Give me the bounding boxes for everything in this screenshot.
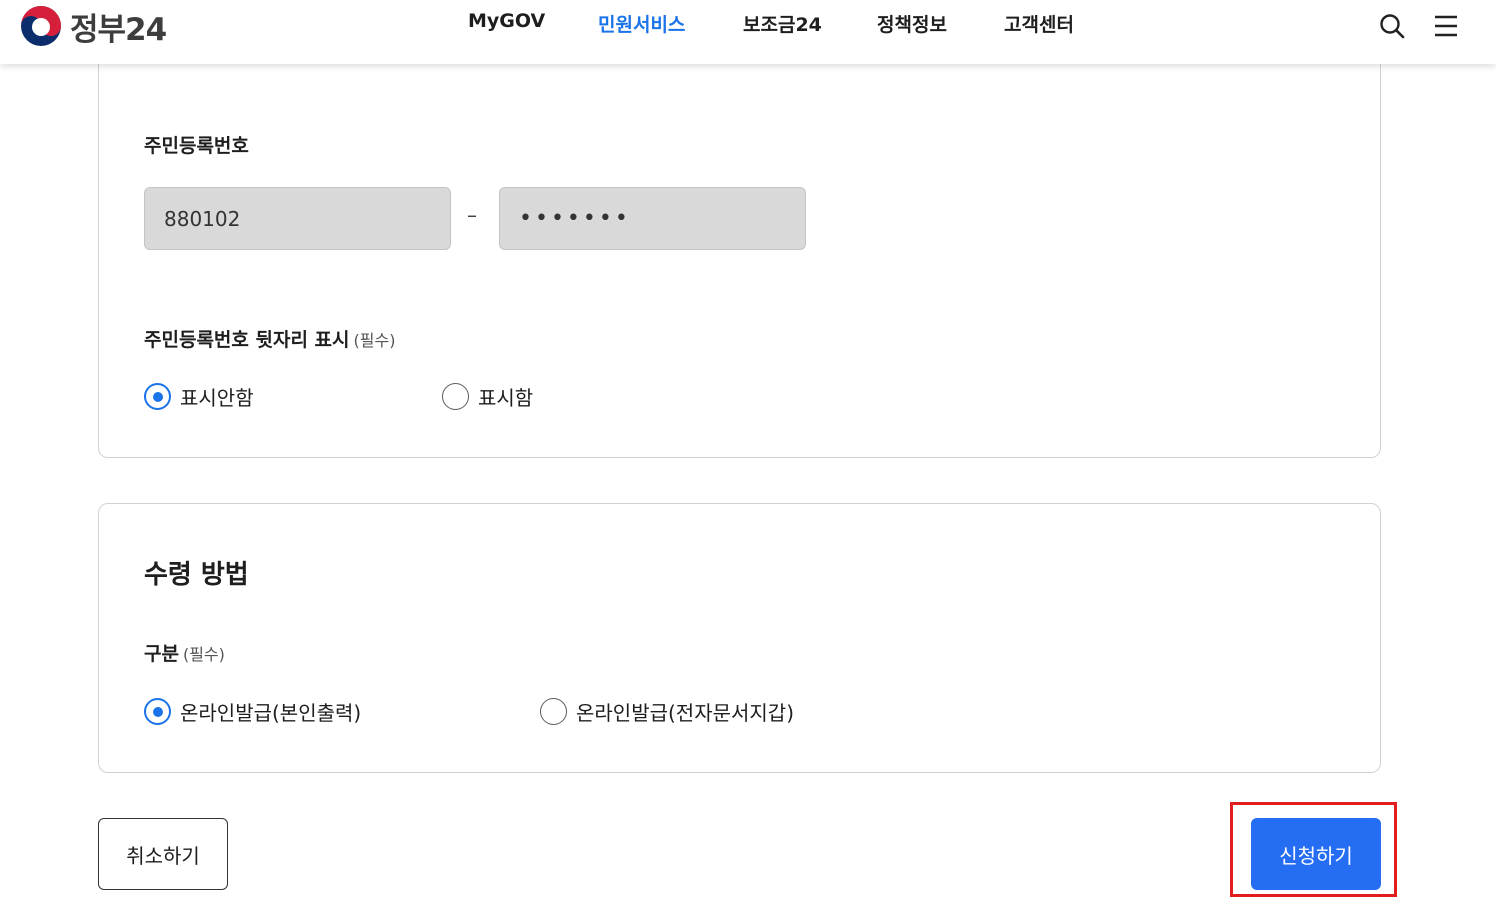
nav-customer-center[interactable]: 고객센터 (1004, 10, 1074, 37)
type-label-text: 구분 (144, 643, 179, 665)
radio-unchecked-icon (442, 383, 469, 410)
radio-label: 온라인발급(전자문서지갑) (576, 701, 795, 725)
nav-mygov[interactable]: MyGOV (468, 10, 545, 32)
gov24-logo[interactable]: 정부24 (20, 5, 167, 48)
radio-online-e-wallet[interactable]: 온라인발급(전자문서지갑) (540, 697, 794, 726)
submit-button[interactable]: 신청하기 (1251, 818, 1381, 890)
radio-unchecked-icon (540, 698, 567, 725)
nav-policy-info[interactable]: 정책정보 (877, 10, 947, 37)
back-digits-display-label: 주민등록번호 뒷자리 표시 (필수) (144, 325, 395, 352)
radio-label: 표시함 (478, 386, 534, 410)
taegeuk-logo-icon (21, 6, 61, 46)
nav-civil-service[interactable]: 민원서비스 (598, 10, 685, 37)
receipt-method-panel: 수령 방법 구분 (필수) 온라인발급(본인출력) 온라인발급(전자문서지갑) (98, 503, 1381, 773)
nav-subsidy24[interactable]: 보조금24 (743, 10, 822, 37)
resident-number-separator: – (467, 203, 477, 227)
radio-checked-icon (144, 698, 171, 725)
cancel-button[interactable]: 취소하기 (98, 818, 228, 890)
radio-label: 온라인발급(본인출력) (180, 701, 362, 725)
required-mark: (필수) (353, 331, 396, 350)
resident-number-front-input[interactable]: 880102 (144, 187, 451, 250)
type-label: 구분 (필수) (144, 639, 225, 666)
resident-number-label: 주민등록번호 (144, 135, 249, 157)
radio-hide-back-digits[interactable]: 표시안함 (144, 382, 254, 411)
radio-label: 표시안함 (180, 386, 254, 410)
top-header: 정부24 MyGOV 민원서비스 보조금24 정책정보 고객센터 (0, 0, 1496, 64)
resident-number-panel: 주민등록번호 880102 – ••••••• 주민등록번호 뒷자리 표시 (필수… (98, 30, 1381, 458)
radio-online-self-print[interactable]: 온라인발급(본인출력) (144, 697, 361, 726)
required-mark: (필수) (182, 645, 225, 664)
hamburger-menu-icon[interactable] (1432, 12, 1460, 40)
search-icon[interactable] (1378, 12, 1406, 40)
section-title: 수령 방법 (144, 560, 249, 590)
logo-text: 정부24 (70, 11, 167, 48)
radio-show-back-digits[interactable]: 표시함 (442, 382, 533, 411)
radio-checked-icon (144, 383, 171, 410)
resident-number-front-value: 880102 (164, 206, 241, 231)
back-digits-display-text: 주민등록번호 뒷자리 표시 (144, 329, 350, 351)
resident-number-back-input[interactable]: ••••••• (499, 187, 806, 250)
resident-number-back-value: ••••••• (519, 206, 631, 231)
